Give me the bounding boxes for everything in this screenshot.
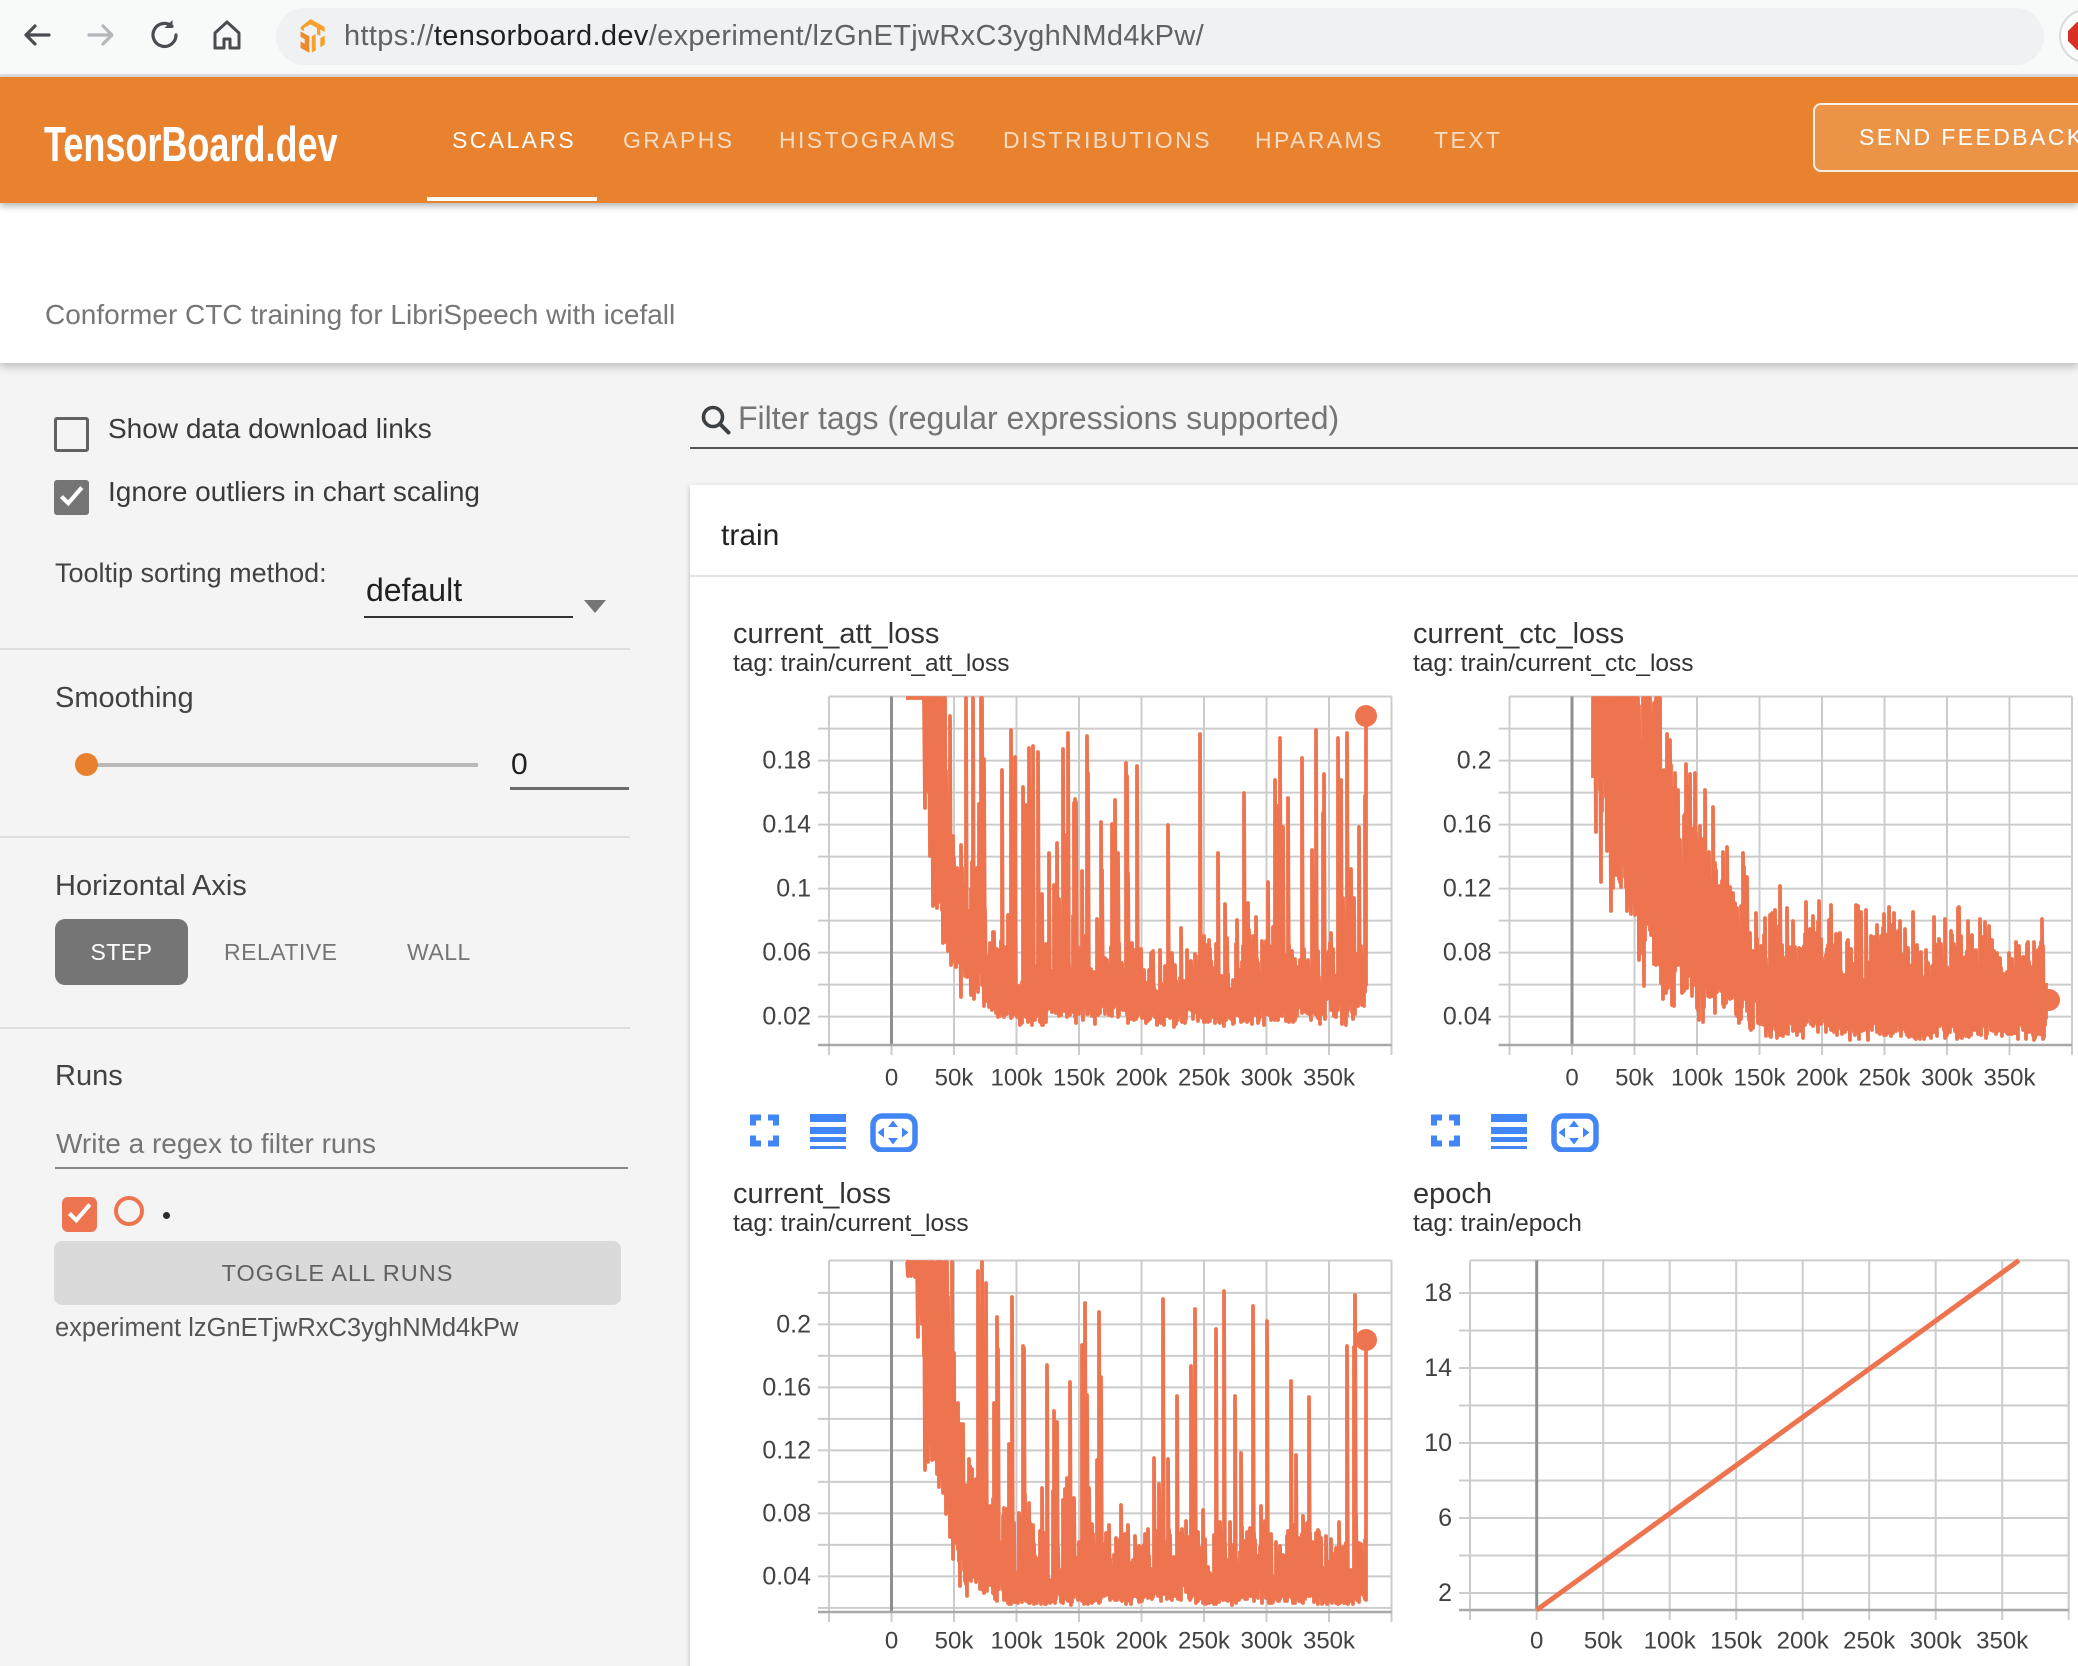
svg-text:150k: 150k xyxy=(1733,1065,1786,1092)
svg-text:250k: 250k xyxy=(1178,1065,1231,1092)
svg-text:0.02: 0.02 xyxy=(762,1003,811,1031)
svg-text:250k: 250k xyxy=(1843,1628,1896,1655)
svg-text:250k: 250k xyxy=(1858,1065,1911,1092)
svg-text:200k: 200k xyxy=(1115,1065,1168,1092)
svg-text:2: 2 xyxy=(1438,1579,1452,1607)
svg-text:200k: 200k xyxy=(1777,1628,1830,1655)
svg-text:350k: 350k xyxy=(1303,1628,1356,1655)
svg-text:100k: 100k xyxy=(1644,1628,1697,1655)
svg-text:0: 0 xyxy=(885,1628,898,1655)
svg-text:0: 0 xyxy=(1565,1065,1578,1092)
svg-text:18: 18 xyxy=(1424,1279,1452,1307)
svg-text:0.12: 0.12 xyxy=(1443,875,1492,903)
svg-text:300k: 300k xyxy=(1921,1065,1974,1092)
svg-text:50k: 50k xyxy=(935,1065,975,1092)
svg-text:100k: 100k xyxy=(990,1065,1043,1092)
svg-text:0.06: 0.06 xyxy=(762,939,811,967)
svg-text:100k: 100k xyxy=(1671,1065,1724,1092)
svg-text:0.04: 0.04 xyxy=(1443,1003,1492,1031)
svg-text:300k: 300k xyxy=(1240,1628,1293,1655)
svg-text:6: 6 xyxy=(1438,1504,1452,1532)
svg-text:50k: 50k xyxy=(1615,1065,1655,1092)
svg-text:350k: 350k xyxy=(1983,1065,2036,1092)
svg-text:0: 0 xyxy=(885,1065,898,1092)
svg-text:350k: 350k xyxy=(1303,1065,1356,1092)
svg-text:350k: 350k xyxy=(1976,1628,2029,1655)
svg-text:150k: 150k xyxy=(1053,1065,1106,1092)
svg-text:0.18: 0.18 xyxy=(762,747,811,775)
svg-text:0.08: 0.08 xyxy=(1443,939,1492,967)
svg-text:50k: 50k xyxy=(1584,1628,1624,1655)
svg-text:0.16: 0.16 xyxy=(762,1373,811,1401)
svg-text:0.2: 0.2 xyxy=(776,1310,811,1338)
svg-text:200k: 200k xyxy=(1796,1065,1849,1092)
svg-text:300k: 300k xyxy=(1240,1065,1293,1092)
svg-text:0.14: 0.14 xyxy=(762,811,811,839)
svg-text:200k: 200k xyxy=(1115,1628,1168,1655)
svg-text:0: 0 xyxy=(1530,1628,1543,1655)
svg-text:0.12: 0.12 xyxy=(762,1436,811,1464)
svg-text:300k: 300k xyxy=(1910,1628,1963,1655)
svg-text:0.1: 0.1 xyxy=(776,875,811,903)
svg-text:50k: 50k xyxy=(935,1628,975,1655)
svg-text:14: 14 xyxy=(1424,1354,1452,1382)
svg-text:150k: 150k xyxy=(1053,1628,1106,1655)
svg-text:250k: 250k xyxy=(1178,1628,1231,1655)
svg-text:100k: 100k xyxy=(990,1628,1043,1655)
svg-text:0.08: 0.08 xyxy=(762,1499,811,1527)
svg-text:0.16: 0.16 xyxy=(1443,811,1492,839)
svg-text:10: 10 xyxy=(1424,1429,1452,1457)
svg-text:0.04: 0.04 xyxy=(762,1562,811,1590)
svg-text:150k: 150k xyxy=(1710,1628,1763,1655)
svg-text:0.2: 0.2 xyxy=(1457,747,1492,775)
